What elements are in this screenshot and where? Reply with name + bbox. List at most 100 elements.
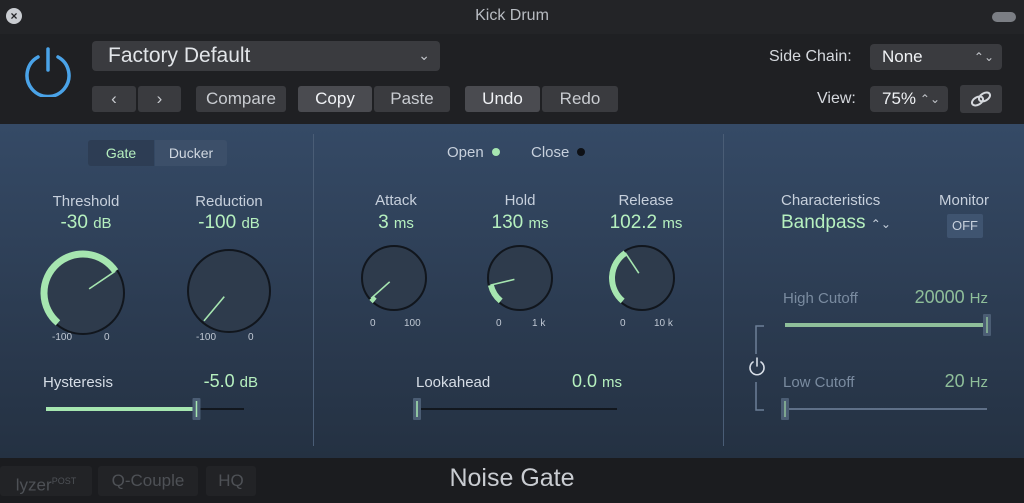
reduction-label: Reduction xyxy=(195,193,263,210)
reduction-min-tick: -100 xyxy=(196,332,217,343)
close-indicator-icon xyxy=(577,148,585,156)
release-max-tick: 10 k xyxy=(654,318,673,329)
threshold-min-tick: -100 xyxy=(52,332,73,343)
side-chain-label: Side Chain: xyxy=(769,48,852,65)
analyzer-label: lyzer xyxy=(15,475,52,495)
hold-unit: ms xyxy=(528,215,549,232)
section-divider xyxy=(313,134,314,446)
open-indicator-icon xyxy=(492,148,500,156)
hysteresis-label: Hysteresis xyxy=(43,374,114,391)
reduction-value-readout: -100 dB xyxy=(179,212,279,234)
hysteresis-unit: dB xyxy=(239,374,258,391)
threshold-knob[interactable] xyxy=(38,248,128,338)
low-cutoff-value-readout: 20 Hz xyxy=(880,371,988,392)
close-label: Close xyxy=(531,144,570,161)
preset-prev-button[interactable]: ‹ xyxy=(92,86,136,112)
preset-next-button[interactable]: › xyxy=(138,86,181,112)
low-cutoff-value: 20 xyxy=(944,371,965,391)
link-button[interactable] xyxy=(960,85,1002,113)
lookahead-value-readout: 0.0 ms xyxy=(540,371,622,392)
view-select[interactable]: 75% ⌃⌄ xyxy=(870,86,948,112)
reduction-value: -100 xyxy=(198,212,237,233)
monitor-label: Monitor xyxy=(939,192,990,209)
hold-value-readout: 130 ms xyxy=(470,212,570,234)
chevron-down-icon: ⌄ xyxy=(418,47,430,63)
copy-button[interactable]: Copy xyxy=(298,86,372,112)
threshold-value-readout: -30 dB xyxy=(36,212,136,234)
link-power-icon[interactable] xyxy=(747,356,767,378)
attack-unit: ms xyxy=(393,215,414,232)
view-value: 75% xyxy=(882,89,917,108)
plugin-window: × Kick Drum Factory Default ⌄ ‹ › Compar… xyxy=(0,0,1024,503)
reduction-unit: dB xyxy=(241,215,260,232)
section-divider xyxy=(723,134,724,446)
reduction-knob-body xyxy=(187,249,271,333)
high-cutoff-value: 20000 xyxy=(914,287,965,307)
window-pill-icon[interactable] xyxy=(992,12,1016,22)
low-cutoff-label: Low Cutoff xyxy=(783,374,855,391)
preset-dropdown[interactable]: Factory Default ⌄ xyxy=(92,41,440,71)
undo-button[interactable]: Undo xyxy=(465,86,540,112)
reduction-knob[interactable] xyxy=(184,246,274,336)
high-cutoff-slider[interactable] xyxy=(781,312,991,338)
high-cutoff-label: High Cutoff xyxy=(783,290,858,307)
lookahead-unit: ms xyxy=(602,374,622,391)
analyzer-button[interactable]: lyzerPOST xyxy=(0,466,92,496)
attack-knob[interactable] xyxy=(358,242,430,314)
hysteresis-slider[interactable] xyxy=(42,396,248,422)
high-cutoff-unit: Hz xyxy=(969,290,988,307)
window-title: Kick Drum xyxy=(475,7,549,24)
q-couple-button[interactable]: Q-Couple xyxy=(98,466,198,496)
hold-knob[interactable] xyxy=(484,242,556,314)
characteristics-value: Bandpass xyxy=(781,212,866,233)
characteristics-select[interactable]: Bandpass ⌃⌄ xyxy=(781,212,891,234)
side-chain-value: None xyxy=(882,47,923,66)
attack-max-tick: 100 xyxy=(404,318,421,329)
release-value-readout: 102.2 ms xyxy=(586,212,706,234)
low-cutoff-unit: Hz xyxy=(969,374,988,391)
hysteresis-value: -5.0 xyxy=(203,371,235,391)
threshold-value: -30 xyxy=(60,212,88,233)
high-cutoff-value-readout: 20000 Hz xyxy=(880,287,988,308)
hq-button[interactable]: HQ xyxy=(206,466,256,496)
hold-value: 130 xyxy=(491,212,524,233)
hysteresis-value-readout: -5.0 dB xyxy=(148,371,258,392)
attack-label: Attack xyxy=(375,192,417,209)
gate-mode-button[interactable]: Gate xyxy=(88,140,154,166)
monitor-button[interactable]: OFF xyxy=(947,214,983,238)
updown-arrows-icon: ⌃⌄ xyxy=(973,50,994,64)
hold-min-tick: 0 xyxy=(496,318,502,329)
release-label: Release xyxy=(618,192,674,209)
title-bar: × Kick Drum xyxy=(0,0,1024,34)
reduction-max-tick: 0 xyxy=(248,332,254,343)
open-label: Open xyxy=(447,144,484,161)
hold-max-tick: 1 k xyxy=(532,318,546,329)
threshold-max-tick: 0 xyxy=(104,332,110,343)
view-label: View: xyxy=(817,90,856,107)
release-min-tick: 0 xyxy=(620,318,626,329)
preset-name: Factory Default xyxy=(108,44,251,67)
low-cutoff-slider[interactable] xyxy=(781,396,991,422)
release-value: 102.2 xyxy=(609,212,658,233)
compare-button[interactable]: Compare xyxy=(196,86,286,112)
post-label: POST xyxy=(51,476,77,486)
attack-min-tick: 0 xyxy=(370,318,376,329)
lookahead-value: 0.0 xyxy=(571,371,597,391)
characteristics-label: Characteristics xyxy=(781,192,881,209)
link-icon xyxy=(970,91,992,107)
release-unit: ms xyxy=(662,215,683,232)
attack-value: 3 xyxy=(378,212,389,233)
power-icon[interactable] xyxy=(22,45,74,97)
ducker-mode-button[interactable]: Ducker xyxy=(155,140,227,166)
updown-arrows-icon: ⌃⌄ xyxy=(919,92,940,106)
threshold-label: Threshold xyxy=(52,193,120,210)
attack-value-readout: 3 ms xyxy=(346,212,446,234)
release-knob[interactable] xyxy=(606,242,678,314)
lookahead-slider[interactable] xyxy=(413,396,621,422)
paste-button[interactable]: Paste xyxy=(374,86,450,112)
redo-button[interactable]: Redo xyxy=(542,86,618,112)
updown-arrows-icon: ⌃⌄ xyxy=(870,217,891,231)
threshold-unit: dB xyxy=(93,215,112,232)
hold-label: Hold xyxy=(504,192,536,209)
side-chain-select[interactable]: None ⌃⌄ xyxy=(870,44,1002,70)
